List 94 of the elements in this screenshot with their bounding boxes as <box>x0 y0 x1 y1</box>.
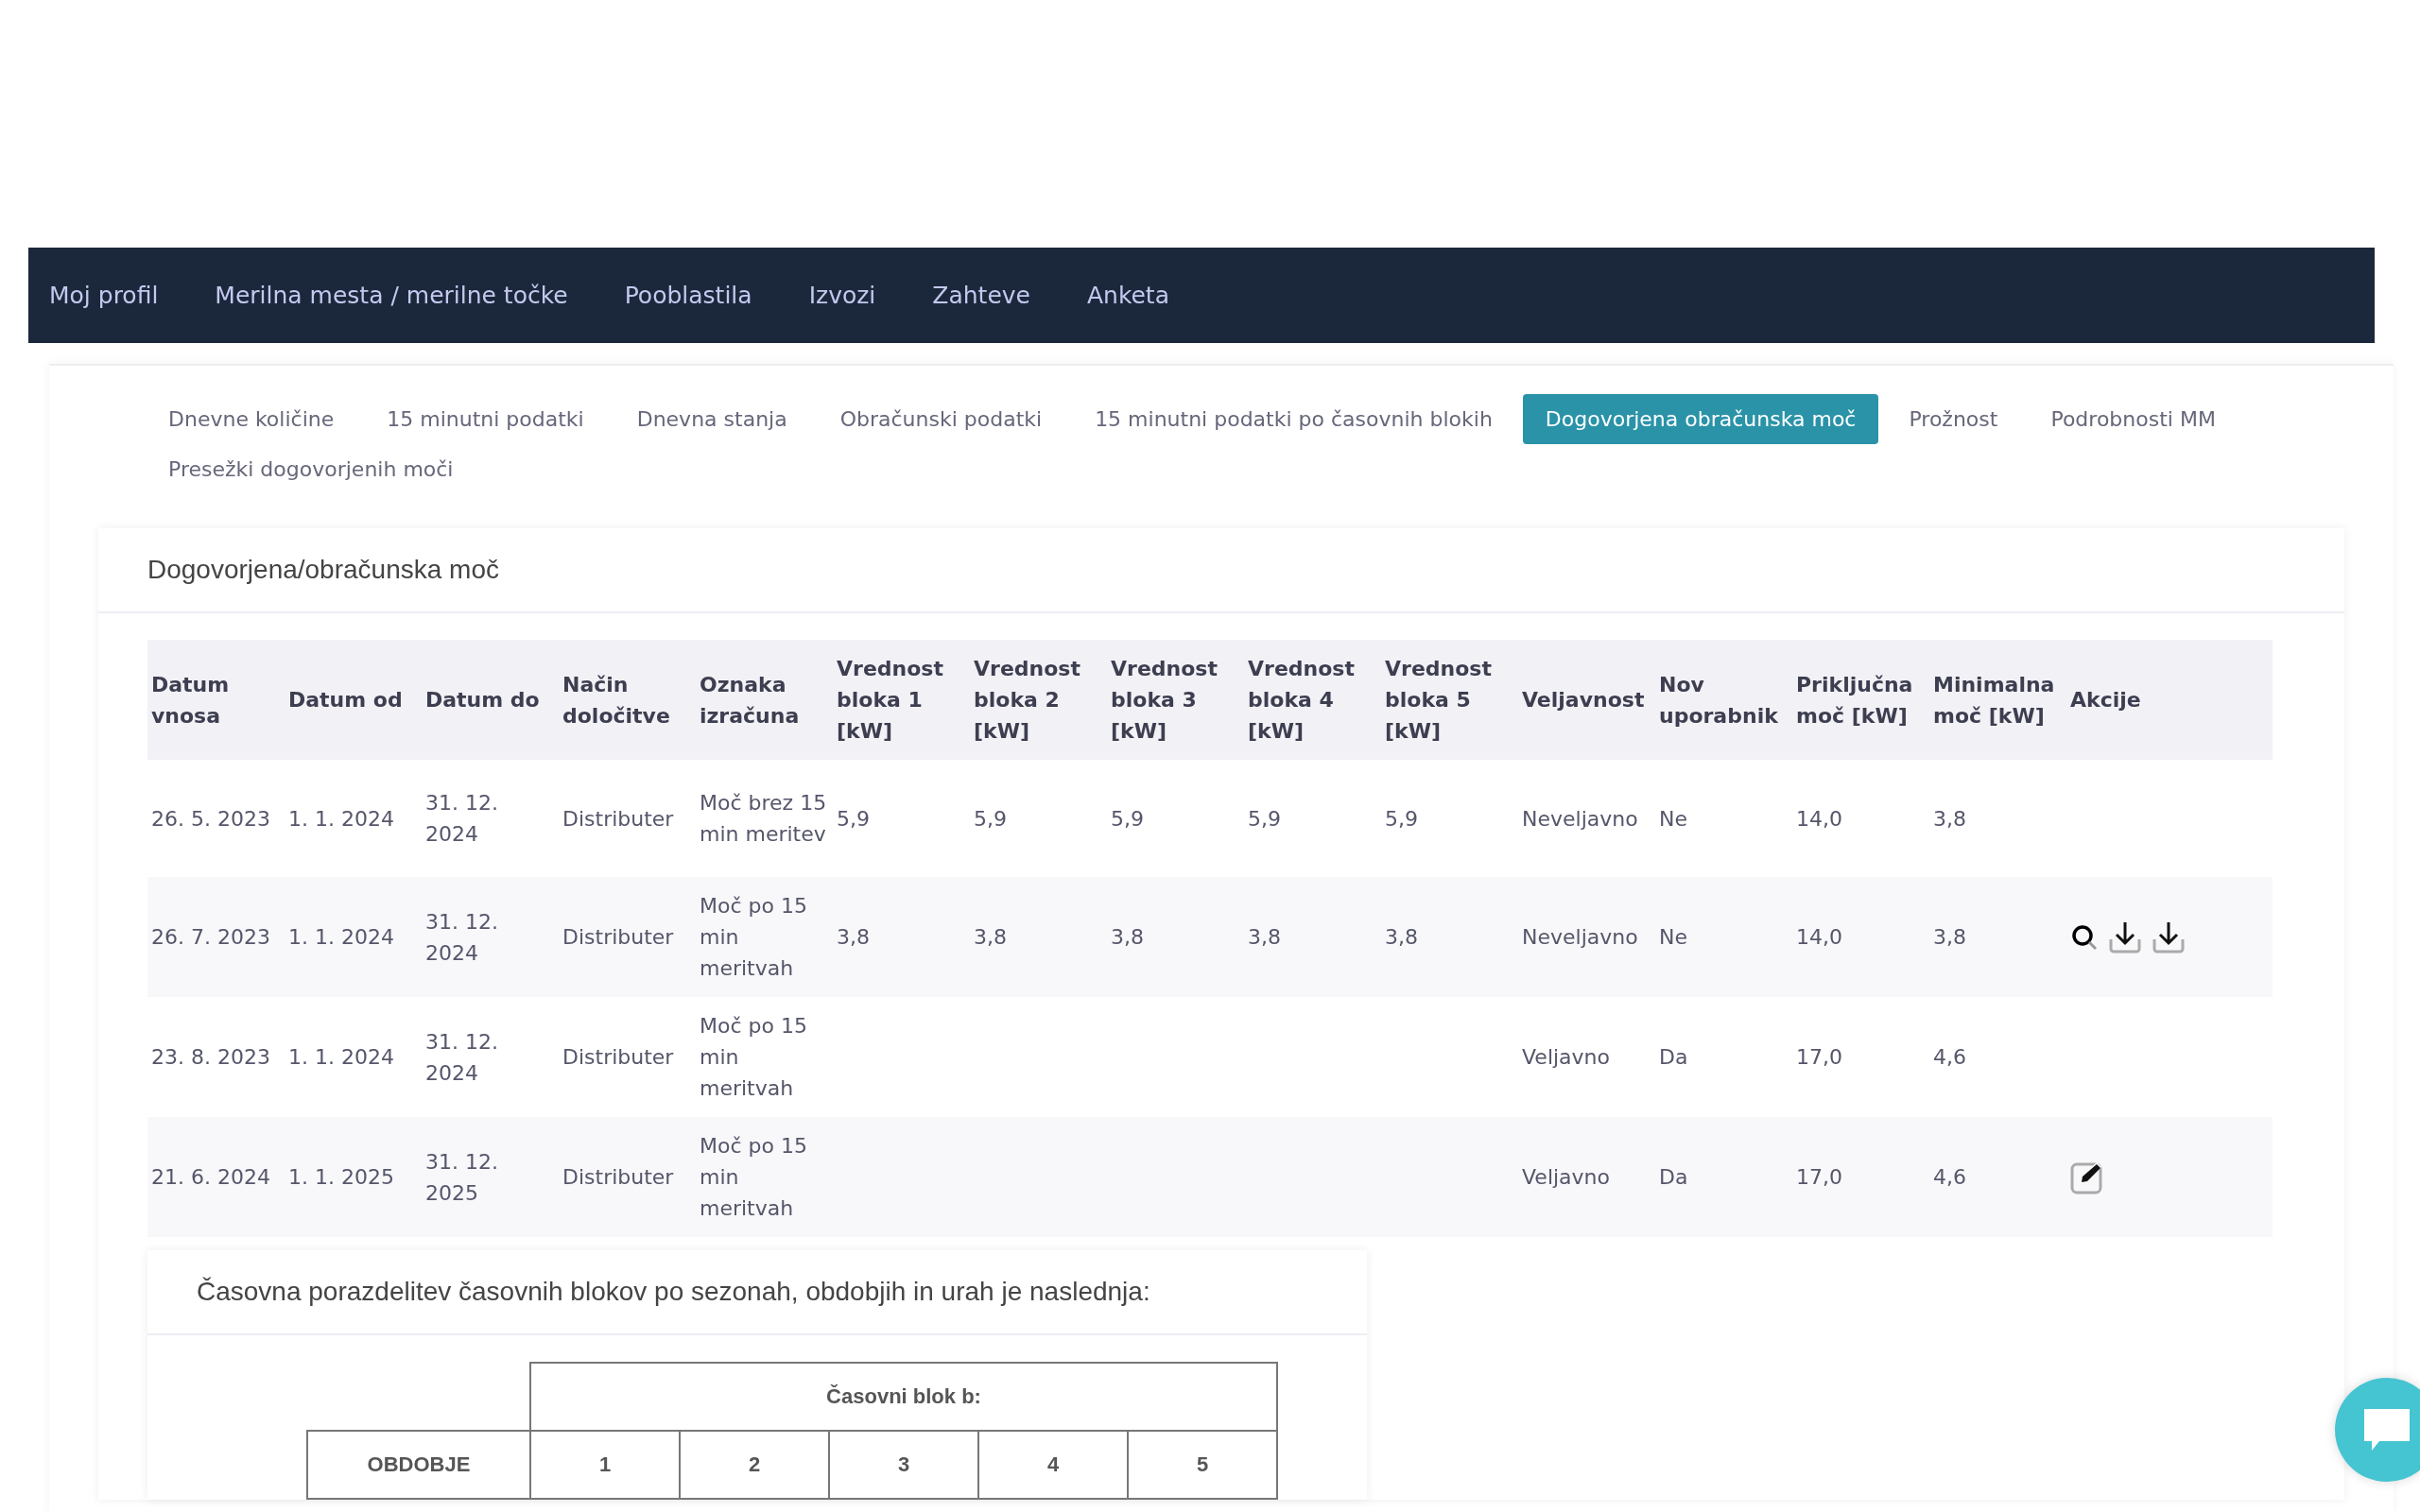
table-cell: 3,8 <box>833 877 970 997</box>
table-cell: 1. 1. 2025 <box>285 1117 422 1237</box>
nav-link[interactable]: Izvozi <box>780 282 905 309</box>
column-header: Nov uporabnik <box>1655 640 1792 760</box>
download-button[interactable] <box>2108 919 2142 954</box>
table-cell: Neveljavno <box>1518 760 1655 877</box>
search-icon <box>2070 922 2099 952</box>
column-header: Datum vnosa <box>147 640 285 760</box>
table-cell: 5,9 <box>1381 760 1518 877</box>
table-cell: 4,6 <box>1929 997 2066 1117</box>
table-cell: Moč brez 15 min meritev <box>696 760 833 877</box>
table-cell: 5,9 <box>833 760 970 877</box>
column-header: OBDOBJE <box>307 1431 530 1499</box>
table-cell: 21. 6. 2024 <box>147 1117 285 1237</box>
table-cell: 31. 12. 2025 <box>422 1117 559 1237</box>
nav-link[interactable]: Merilna mesta / merilne točke <box>186 282 596 309</box>
table-cell: Distributer <box>559 760 696 877</box>
column-header: Datum do <box>422 640 559 760</box>
table-cell: 5,9 <box>1244 760 1381 877</box>
tab[interactable]: 15 minutni podatki <box>364 394 607 444</box>
table-cell: 31. 12. 2024 <box>422 997 559 1117</box>
column-header: 5 <box>1128 1431 1277 1499</box>
table-cell: 26. 7. 2023 <box>147 877 285 997</box>
nav-link[interactable]: Moj profil <box>49 282 187 309</box>
edit-icon <box>2070 1160 2104 1194</box>
column-header: Akcije <box>2066 640 2273 760</box>
table-cell: 1. 1. 2024 <box>285 997 422 1117</box>
tab[interactable]: Obračunski podatki <box>817 394 1065 444</box>
download-button[interactable] <box>2152 919 2186 954</box>
table-cell: Distributer <box>559 877 696 997</box>
tab[interactable]: Dnevne količine <box>146 394 357 444</box>
column-header: Vrednost bloka 2 [kW] <box>970 640 1107 760</box>
table-cell: Distributer <box>559 997 696 1117</box>
tab[interactable]: Prožnost <box>1886 394 2021 444</box>
table-cell: 3,8 <box>1381 877 1518 997</box>
search-button[interactable] <box>2070 922 2099 952</box>
column-header: Vrednost bloka 5 [kW] <box>1381 640 1518 760</box>
column-header: Vrednost bloka 4 [kW] <box>1244 640 1381 760</box>
table-cell: Veljavno <box>1518 1117 1655 1237</box>
table-cell: Ne <box>1655 877 1792 997</box>
table-cell: 31. 12. 2024 <box>422 877 559 997</box>
column-header: Vrednost bloka 3 [kW] <box>1107 640 1244 760</box>
table-cell: Distributer <box>559 1117 696 1237</box>
tab[interactable]: Presežki dogovorjenih moči <box>146 444 476 494</box>
column-header: Veljavnost <box>1518 640 1655 760</box>
table-cell: 1. 1. 2024 <box>285 760 422 877</box>
table-cell: Ne <box>1655 760 1792 877</box>
table-cell: 17,0 <box>1792 1117 1929 1237</box>
table-cell: 3,8 <box>1929 877 2066 997</box>
card-title: Dogovorjena/obračunska moč <box>147 555 500 585</box>
table-cell: 3,8 <box>1107 877 1244 997</box>
edit-button[interactable] <box>2070 1160 2104 1194</box>
table-cell: 5,9 <box>1107 760 1244 877</box>
tab[interactable]: Dogovorjena obračunska moč <box>1522 394 1879 444</box>
tab[interactable]: Podrobnosti MM <box>2028 394 2238 444</box>
column-header: Vrednost bloka 1 [kW] <box>833 640 970 760</box>
table-cell: 14,0 <box>1792 760 1929 877</box>
column-header: 2 <box>680 1431 829 1499</box>
chat-icon <box>2362 1407 2411 1452</box>
column-header: 4 <box>978 1431 1128 1499</box>
column-header: Oznaka izračuna <box>696 640 833 760</box>
table-cell: Veljavno <box>1518 997 1655 1117</box>
nav-link[interactable]: Zahteve <box>904 282 1059 309</box>
column-header: Minimalna moč [kW] <box>1929 640 2066 760</box>
card-title: Časovna porazdelitev časovnih blokov po sezonah, obdobjih in urah je naslednja: <box>197 1277 1151 1307</box>
table-cell: 14,0 <box>1792 877 1929 997</box>
column-header: Datum od <box>285 640 422 760</box>
tab[interactable]: 15 minutni podatki po časovnih blokih <box>1072 394 1515 444</box>
table-cell: Moč po 15 min meritvah <box>696 877 833 997</box>
table-cell: 31. 12. 2024 <box>422 760 559 877</box>
table-cell: 3,8 <box>1929 760 2066 877</box>
table-cell: 17,0 <box>1792 997 1929 1117</box>
table-cell: Da <box>1655 997 1792 1117</box>
column-header: Priključna moč [kW] <box>1792 640 1929 760</box>
table-cell: Neveljavno <box>1518 877 1655 997</box>
download-icon <box>2152 919 2186 954</box>
tab[interactable]: Dnevna stanja <box>614 394 810 444</box>
table-cell: 23. 8. 2023 <box>147 997 285 1117</box>
table-cell: 4,6 <box>1929 1117 2066 1237</box>
column-header: 1 <box>530 1431 680 1499</box>
table-cell: Moč po 15 min meritvah <box>696 997 833 1117</box>
column-header: Način določitve <box>559 640 696 760</box>
table-cell: 5,9 <box>970 760 1107 877</box>
nav-link[interactable]: Anketa <box>1058 282 1198 309</box>
table-cell: 3,8 <box>1244 877 1381 997</box>
table-cell: 3,8 <box>970 877 1107 997</box>
column-header: 3 <box>829 1431 978 1499</box>
table-cell: 1. 1. 2024 <box>285 877 422 997</box>
table-cell: Moč po 15 min meritvah <box>696 1117 833 1237</box>
table-cell: Da <box>1655 1117 1792 1237</box>
download-icon <box>2108 919 2142 954</box>
column-header: Časovni blok b: <box>530 1363 1277 1431</box>
table-cell: 26. 5. 2023 <box>147 760 285 877</box>
nav-link[interactable]: Pooblastila <box>596 282 781 309</box>
